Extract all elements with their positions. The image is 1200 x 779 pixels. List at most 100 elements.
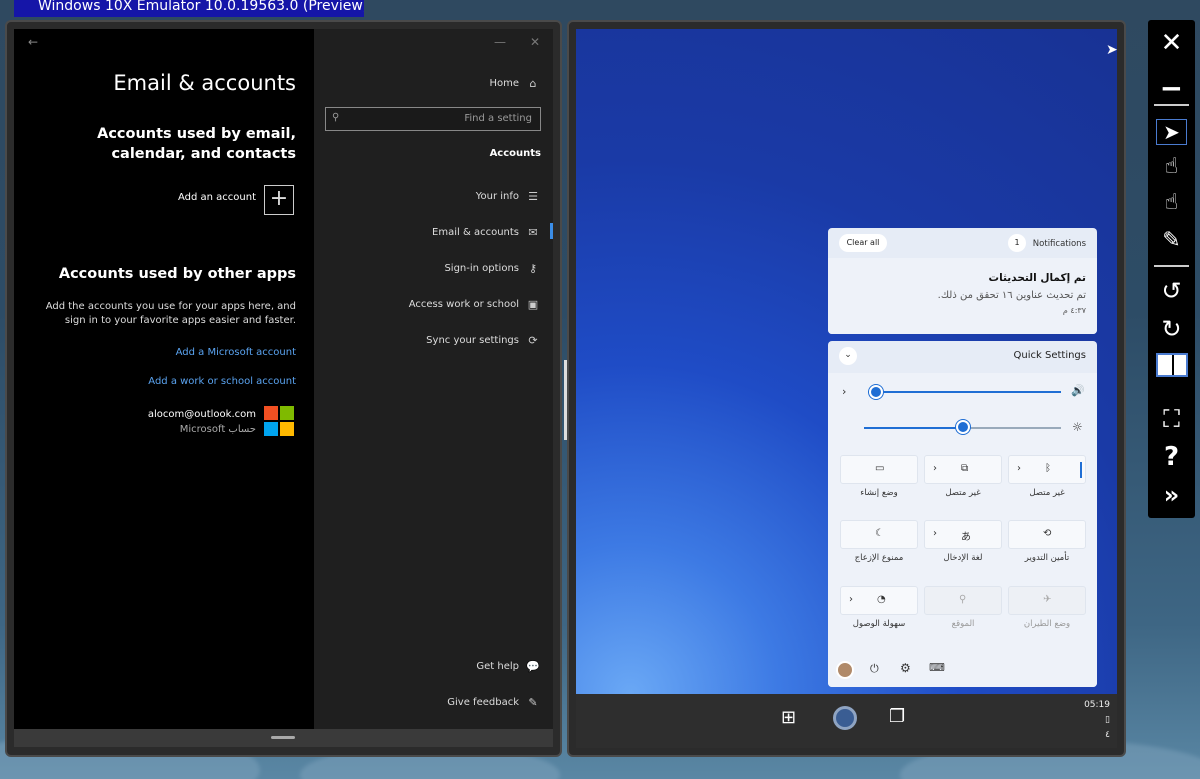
nav-give-feedback-label: Give feedback xyxy=(447,697,519,708)
search-input[interactable]: ⚲ Find a setting xyxy=(325,107,541,131)
briefcase-icon: ▣ xyxy=(527,298,539,311)
nav-give-feedback[interactable]: Give feedback ✎ xyxy=(447,695,541,711)
search-icon: ⚲ xyxy=(332,112,340,123)
section-other-apps-title: Accounts used by other apps xyxy=(58,266,296,282)
pointer-tool-icon[interactable]: ➤ xyxy=(1148,117,1195,147)
minimize-icon[interactable]: ▁ xyxy=(1148,64,1195,94)
notification-card[interactable]: تم إكمال التحديثات تم تحديث عناوين ١٦ تح… xyxy=(828,258,1097,334)
location-icon: ⚲ xyxy=(959,594,967,605)
account-type: Microsoft حساب xyxy=(179,424,256,435)
quick-tile[interactable]: › ⧉ xyxy=(924,455,1002,484)
more-tools-icon[interactable]: » xyxy=(1148,480,1195,510)
quick-tile[interactable]: ⟲ xyxy=(1008,520,1086,549)
nav-item-label: Your info xyxy=(475,191,519,202)
add-work-school-account-link[interactable]: Add a work or school account xyxy=(148,376,296,387)
volume-thumb[interactable] xyxy=(868,385,883,399)
quick-settings-panel: ⌄ Quick Settings › 🔊 ☼ ▭ وضع إنشاء › ⧉ غير م… xyxy=(828,341,1097,687)
notifications-header: Notifications xyxy=(1032,239,1086,249)
collapse-chevron-icon[interactable]: ⌄ xyxy=(839,347,857,365)
emulator-toolbar: ✕ ▁ ➤ ☝ ☝ ✎ ↺ ↻ ⛶ ? » xyxy=(1148,20,1195,518)
tile-expand-chevron-icon[interactable]: › xyxy=(933,528,937,539)
nav-item-sync-settings[interactable]: Sync your settings ⟳ xyxy=(426,333,541,349)
moon-icon: ☾ xyxy=(875,528,884,539)
taskbar-clock[interactable]: 05:19 ▯ ٤ xyxy=(1084,698,1110,743)
rotate-right-icon[interactable]: ↻ xyxy=(1148,314,1195,344)
bluetooth-on-indicator xyxy=(1080,462,1082,478)
settings-window: ← Email & accounts Accounts used by emai… xyxy=(14,29,553,747)
settings-nav-pane: — ✕ Home ⌂ ⚲ Find a setting Accounts Your… xyxy=(314,29,553,729)
brightness-thumb[interactable] xyxy=(955,420,970,434)
taskbar: ⊞ ❐ 05:19 ▯ ٤ xyxy=(576,694,1117,748)
quick-tile-label: لغة الإدخال xyxy=(943,553,983,563)
nav-item-access-work[interactable]: Access work or school ▣ xyxy=(409,297,541,313)
gear-icon[interactable]: ⚙ xyxy=(900,661,911,675)
quick-tile[interactable]: ⚲ xyxy=(924,586,1002,615)
mouse-pointer-icon: ➤ xyxy=(1106,42,1118,58)
tile-expand-chevron-icon[interactable]: › xyxy=(849,594,853,605)
settings-app-icon[interactable] xyxy=(833,706,857,730)
keyboard-language-icon: あ xyxy=(961,532,971,543)
back-arrow-icon[interactable]: ← xyxy=(28,35,38,49)
volume-icon[interactable]: 🔊 xyxy=(1071,384,1085,397)
account-email[interactable]: alocom@outlook.com xyxy=(148,408,256,422)
quick-tile-label: الموقع xyxy=(951,619,975,629)
quick-tile-label: سهولة الوصول xyxy=(852,619,906,629)
quick-tile[interactable]: ☾ xyxy=(840,520,918,549)
home-icon: ⌂ xyxy=(529,77,537,90)
pen-tool-icon[interactable]: ✎ xyxy=(1148,226,1195,256)
quick-tile[interactable]: › ᛒ xyxy=(1008,455,1086,484)
add-account-button[interactable]: + xyxy=(264,185,294,215)
emulator-title-bar: Windows 10X Emulator 10.0.19563.0 (Previ… xyxy=(14,0,364,17)
contact-card-icon: ☰ xyxy=(528,190,538,203)
nav-get-help-label: Get help xyxy=(476,661,519,672)
section-other-apps-description: Add the accounts you use for your apps h… xyxy=(45,301,296,326)
windows-start-icon[interactable]: ⊞ xyxy=(781,707,796,728)
keyboard-icon[interactable]: ⌨ xyxy=(929,661,945,674)
nav-get-help[interactable]: Get help 💬 xyxy=(476,659,541,675)
nav-home[interactable]: Home ⌂ xyxy=(489,76,541,92)
quick-tile-label: غير متصل xyxy=(1029,488,1065,498)
nav-item-label: Sync your settings xyxy=(426,335,519,346)
nav-home-label: Home xyxy=(489,78,519,89)
touch-tool-icon[interactable]: ☝ xyxy=(1148,152,1195,182)
quick-tile-label: وضع إنشاء xyxy=(860,488,898,498)
add-microsoft-account-link[interactable]: Add a Microsoft account xyxy=(176,347,296,358)
help-icon[interactable]: ? xyxy=(1148,442,1195,472)
brightness-icon[interactable]: ☼ xyxy=(1072,420,1083,434)
volume-expand-chevron[interactable]: › xyxy=(842,385,846,398)
power-icon[interactable]: ⏻ xyxy=(870,662,879,676)
quick-tile[interactable]: ✈ xyxy=(1008,586,1086,615)
spanned-view-icon[interactable] xyxy=(1148,353,1195,386)
tile-expand-chevron-icon[interactable]: › xyxy=(1017,463,1021,474)
clear-all-button[interactable]: Clear all xyxy=(839,234,887,252)
quick-tile[interactable]: ▭ xyxy=(840,455,918,484)
avatar[interactable] xyxy=(836,661,854,679)
tile-expand-chevron-icon[interactable]: › xyxy=(933,463,937,474)
nav-item-sign-in-options[interactable]: Sign-in options ⚷ xyxy=(444,261,541,277)
multi-touch-tool-icon[interactable]: ☝ xyxy=(1148,188,1195,218)
quick-tile-label: تأمين التدوير xyxy=(1024,553,1070,563)
volume-slider[interactable] xyxy=(868,391,1061,393)
clock-time: 05:19 xyxy=(1084,700,1110,710)
page-title: Email & accounts xyxy=(113,71,296,95)
accessibility-icon: ◔ xyxy=(877,594,886,605)
nav-item-your-info[interactable]: Your info ☰ xyxy=(476,189,541,205)
quick-tile[interactable]: › あ xyxy=(924,520,1002,549)
airplane-icon: ✈ xyxy=(1043,594,1052,605)
nav-item-label: Sign-in options xyxy=(444,263,519,274)
nav-section-accounts: Accounts xyxy=(489,148,541,159)
clock-date: ٤ xyxy=(1105,730,1110,740)
bluetooth-icon: ᛒ xyxy=(1045,463,1051,474)
close-icon[interactable]: ✕ xyxy=(1148,28,1195,58)
minimize-icon[interactable]: — xyxy=(494,35,506,49)
task-view-icon[interactable]: ❐ xyxy=(889,706,905,727)
nav-item-email-accounts[interactable]: Email & accounts ✉ xyxy=(432,225,541,241)
add-account-label[interactable]: Add an account xyxy=(178,191,256,205)
fit-to-screen-icon[interactable]: ⛶ xyxy=(1148,404,1195,434)
close-icon[interactable]: ✕ xyxy=(530,35,540,49)
notifications-panel: Clear all 1 Notifications تم إكمال التحد… xyxy=(828,228,1097,334)
rotate-left-icon[interactable]: ↺ xyxy=(1148,276,1195,306)
drag-handle[interactable] xyxy=(271,736,295,739)
toolbar-divider xyxy=(1154,104,1189,106)
quick-tile[interactable]: › ◔ xyxy=(840,586,918,615)
